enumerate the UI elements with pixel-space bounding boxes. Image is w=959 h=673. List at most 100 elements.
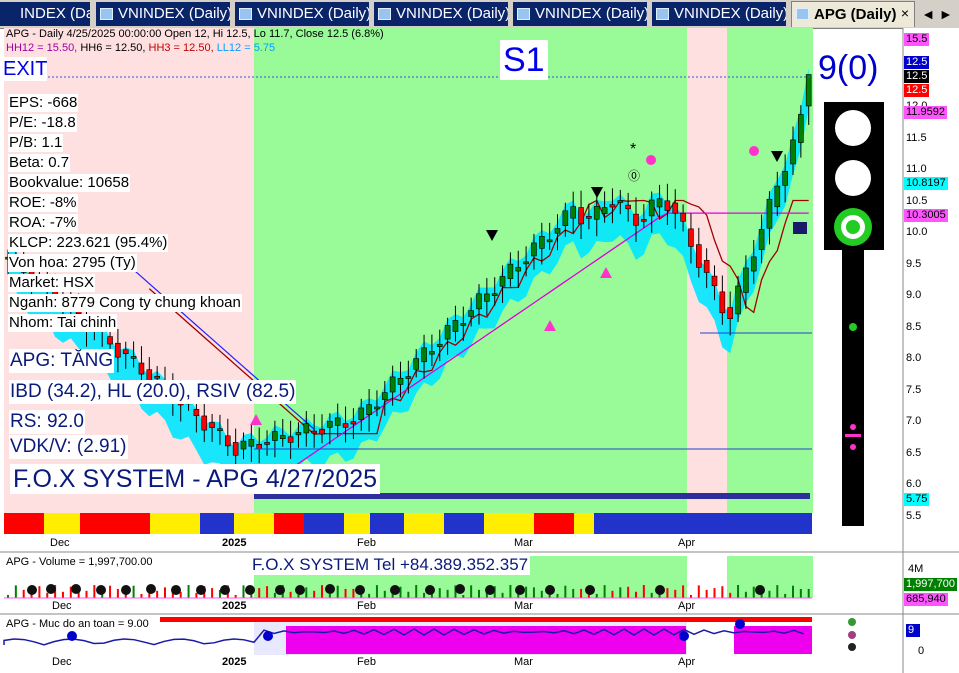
safety-dot [67,631,77,641]
volume-bar [580,588,583,598]
vdk-v-value: VDK/V: (2.91) [9,435,128,459]
status-strip-segment [200,513,234,534]
price-tick: 6.5 [906,447,922,459]
status-strip-segment [4,513,44,534]
price-tick: 11.5 [906,132,927,144]
candle-body [334,417,341,426]
volume-bar [46,592,49,598]
candle-body [798,114,804,143]
volume-bar [564,585,567,598]
exit-label: EXIT [3,57,48,81]
volume-average-tag: 685,940 [904,593,948,606]
volume-bar [752,586,755,598]
chart-header-levels: HH12 = 15.50, HH6 = 12.50, HH3 = 12.50, … [6,42,275,54]
status-strip-segment [634,513,812,534]
signal-count-label: 9(0) [818,48,879,88]
stat-klcp: KLCP: 223.621 (95.4%) [8,234,169,252]
stat-nhom: Nhom: Tai chinh [8,314,118,332]
candle-body [374,406,380,410]
price-tick: 10.0 [906,226,928,238]
bullish-zone [727,28,813,513]
volume-signal-dot [295,585,305,595]
volume-bar [375,585,378,598]
price-tick: 5.5 [906,510,922,522]
volume-bar [85,590,88,598]
traffic-light-middle-lamp [835,160,871,196]
candle-body [287,436,294,443]
candle-body [656,198,663,208]
candle-body [319,428,325,435]
volume-signal-dot [585,585,595,595]
candle-body [248,439,255,447]
price-tick: 8.5 [906,321,922,333]
volume-bar [164,587,166,598]
candle-body [468,310,474,317]
candle-body [586,216,592,219]
candle-body [311,430,317,434]
candle-body [413,358,420,370]
volume-date-2025: 2025 [222,600,247,612]
date-label-apr: Apr [678,537,696,549]
candle-body [240,440,247,450]
candle-body [546,239,553,243]
volume-bar [627,586,630,598]
volume-date-dec: Dec [52,600,72,612]
volume-bar [61,591,64,598]
ll12-value: LL12 = 5.75 [216,42,276,54]
volume-bar [93,585,96,598]
volume-signal-dot [96,585,106,595]
candle-body [593,206,600,220]
candle-body [107,336,113,345]
candle-body [279,435,286,439]
candle-body [130,356,137,359]
volume-bar [22,589,25,598]
volume-bar [595,593,598,598]
volume-signal-dot [220,585,230,595]
candle-body [201,415,208,431]
safety-legend-dot [848,618,856,626]
stat-nganh: Nganh: 8779 Cong ty chung khoan [8,294,242,312]
pink-dot-marker [749,146,759,156]
candle-body [429,351,435,355]
volume-bar [784,593,787,598]
candle-body [680,212,686,222]
pink-dot-marker [646,155,656,165]
volume-bar [799,588,802,598]
volume-signal-dot [325,584,335,594]
candle-body [358,407,365,421]
candle-body [154,375,160,379]
volume-bar [697,585,700,598]
status-strip-segment [80,513,150,534]
candle-body [327,420,333,428]
date-label-dec: Dec [50,537,70,549]
candle-body [397,377,404,385]
status-strip-segment [44,513,80,534]
volume-bar [305,587,308,598]
status-strip-segment [304,513,344,534]
candle-body [758,229,765,250]
status-strip-segment [574,513,594,534]
volume-bar [415,585,418,598]
candle-body [421,347,427,363]
candle-body [405,376,412,379]
price-marker-hh12: 15.5 [904,33,930,46]
volume-date-feb: Feb [357,600,376,612]
candle-body [805,74,812,107]
price-marker-close: 12.5 [904,70,930,83]
volume-bar [14,585,17,598]
volume-bar [258,588,261,598]
pole-dot [849,323,857,331]
candle-body [389,376,396,393]
blue-square-marker [793,222,807,234]
stat-pb: P/B: 1.1 [8,134,64,152]
volume-signal-dot [545,585,555,595]
candle-body [672,202,679,214]
volume-bar [446,589,449,598]
volume-signal-dot [146,584,156,594]
candle-body [491,293,498,296]
volume-bar [132,585,135,598]
candle-body [264,442,270,445]
volume-current-tag: 1,997,700 [904,578,957,591]
candle-body [460,323,467,326]
volume-signal-dot [46,584,56,594]
